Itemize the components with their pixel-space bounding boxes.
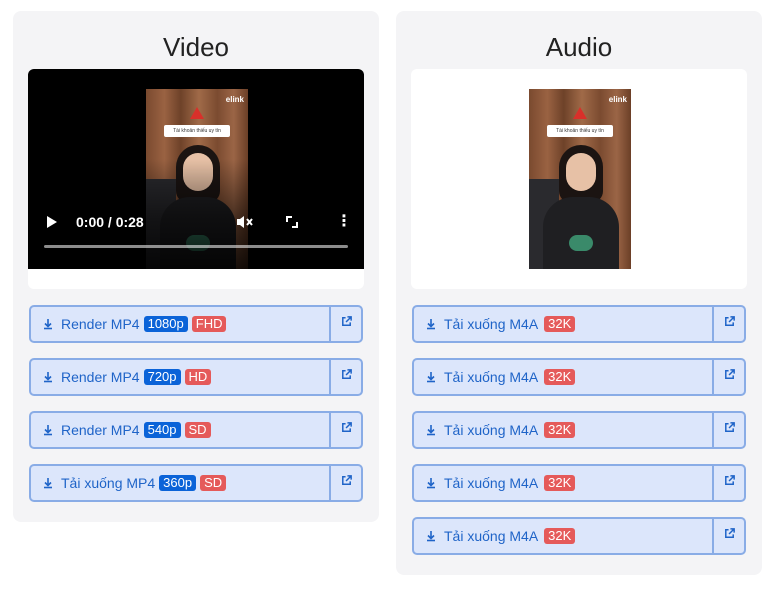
external-link-icon [723, 474, 736, 492]
download-label: Render MP4 [61, 422, 140, 438]
video-open-link-button[interactable] [331, 360, 361, 394]
audio-panel-title: Audio [545, 32, 613, 62]
audio-panel: Audio elink Tài khoản thiếu uy tín Tải x… [396, 11, 762, 575]
download-icon [41, 317, 55, 331]
download-label: Render MP4 [61, 316, 140, 332]
video-panel: Video elink Tài khoản thiếu uy tín 0:00 … [13, 11, 379, 522]
audio-download-button[interactable]: Tải xuống M4A 32K [414, 466, 714, 500]
video-download-button[interactable]: Tải xuống MP4 360p SD [31, 466, 331, 500]
external-link-icon [723, 527, 736, 545]
external-link-icon [723, 315, 736, 333]
fullscreen-icon[interactable] [284, 207, 302, 237]
audio-open-link-button[interactable] [714, 307, 744, 341]
bitrate-badge: 32K [544, 369, 576, 385]
download-icon [424, 476, 438, 490]
download-label: Tải xuống M4A [444, 528, 539, 544]
download-icon [41, 370, 55, 384]
audio-download-row: Tải xuống M4A 32K [412, 305, 746, 343]
audio-download-row: Tải xuống M4A 32K [412, 411, 746, 449]
quality-badge: FHD [191, 316, 227, 332]
resolution-badge: 1080p [143, 316, 188, 332]
download-icon [424, 529, 438, 543]
quality-badge: HD [184, 369, 212, 385]
audio-download-list: Tải xuống M4A 32K Tải xuống M4A 32K Tải xuốn… [412, 305, 746, 570]
thumbnail-logo: elink [225, 95, 244, 104]
download-label: Tải xuống M4A [444, 369, 539, 385]
download-label: Tải xuống M4A [444, 422, 539, 438]
player-progress-bar[interactable] [44, 245, 348, 248]
video-open-link-button[interactable] [331, 466, 361, 500]
player-controls: 0:00 / 0:28 ⋮ [28, 207, 364, 237]
download-icon [424, 370, 438, 384]
video-download-row: Tải xuống MP4 360p SD [29, 464, 363, 502]
external-link-icon [723, 421, 736, 439]
download-label: Render MP4 [61, 369, 140, 385]
more-vertical-icon[interactable]: ⋮ [336, 207, 352, 237]
thumbnail-hands [569, 235, 593, 251]
video-download-row: Render MP4 1080p FHD [29, 305, 363, 343]
audio-download-button[interactable]: Tải xuống M4A 32K [414, 519, 714, 553]
quality-badge: SD [184, 422, 211, 438]
resolution-badge: 720p [143, 369, 181, 385]
video-open-link-button[interactable] [331, 413, 361, 447]
resolution-badge: 540p [143, 422, 181, 438]
audio-thumbnail: elink Tài khoản thiếu uy tín [529, 89, 631, 269]
download-icon [424, 423, 438, 437]
audio-download-row: Tải xuống M4A 32K [412, 517, 746, 555]
bitrate-badge: 32K [544, 316, 576, 332]
external-link-icon [340, 474, 353, 492]
audio-open-link-button[interactable] [714, 519, 744, 553]
video-panel-title: Video [162, 32, 230, 62]
thumbnail-logo: elink [608, 95, 627, 104]
bitrate-badge: 32K [544, 528, 576, 544]
audio-media-box: elink Tài khoản thiếu uy tín [411, 69, 747, 289]
volume-muted-icon[interactable] [234, 207, 254, 237]
thumbnail-person-body [543, 197, 619, 269]
video-download-row: Render MP4 720p HD [29, 358, 363, 396]
external-link-icon [340, 315, 353, 333]
warning-icon [190, 107, 204, 119]
quality-badge: SD [200, 475, 227, 491]
thumbnail-sign: Tài khoản thiếu uy tín [164, 125, 230, 137]
video-player[interactable]: elink Tài khoản thiếu uy tín 0:00 / 0:28 [28, 69, 364, 269]
video-download-button[interactable]: Render MP4 1080p FHD [31, 307, 331, 341]
download-icon [41, 423, 55, 437]
play-icon[interactable] [45, 207, 61, 237]
download-icon [41, 476, 55, 490]
audio-download-button[interactable]: Tải xuống M4A 32K [414, 413, 714, 447]
video-media-box: elink Tài khoản thiếu uy tín 0:00 / 0:28 [28, 69, 364, 289]
external-link-icon [340, 368, 353, 386]
audio-open-link-button[interactable] [714, 413, 744, 447]
audio-download-row: Tải xuống M4A 32K [412, 358, 746, 396]
external-link-icon [340, 421, 353, 439]
video-open-link-button[interactable] [331, 307, 361, 341]
resolution-badge: 360p [159, 475, 197, 491]
audio-download-row: Tải xuống M4A 32K [412, 464, 746, 502]
download-label: Tải xuống MP4 [61, 475, 156, 491]
download-label: Tải xuống M4A [444, 475, 539, 491]
video-download-button[interactable]: Render MP4 720p HD [31, 360, 331, 394]
bitrate-badge: 32K [544, 475, 576, 491]
thumbnail-sign: Tài khoản thiếu uy tín [547, 125, 613, 137]
audio-open-link-button[interactable] [714, 360, 744, 394]
volume-muted-svg [237, 216, 253, 228]
thumbnail-person-face [566, 153, 596, 191]
video-download-button[interactable]: Render MP4 540p SD [31, 413, 331, 447]
external-link-icon [723, 368, 736, 386]
warning-icon [573, 107, 587, 119]
bitrate-badge: 32K [544, 422, 576, 438]
video-download-row: Render MP4 540p SD [29, 411, 363, 449]
audio-open-link-button[interactable] [714, 466, 744, 500]
player-time: 0:00 / 0:28 [76, 214, 144, 230]
audio-download-button[interactable]: Tải xuống M4A 32K [414, 307, 714, 341]
video-download-list: Render MP4 1080p FHD Render MP4 720p HD Render… [29, 305, 363, 517]
audio-download-button[interactable]: Tải xuống M4A 32K [414, 360, 714, 394]
download-icon [424, 317, 438, 331]
download-label: Tải xuống M4A [444, 316, 539, 332]
